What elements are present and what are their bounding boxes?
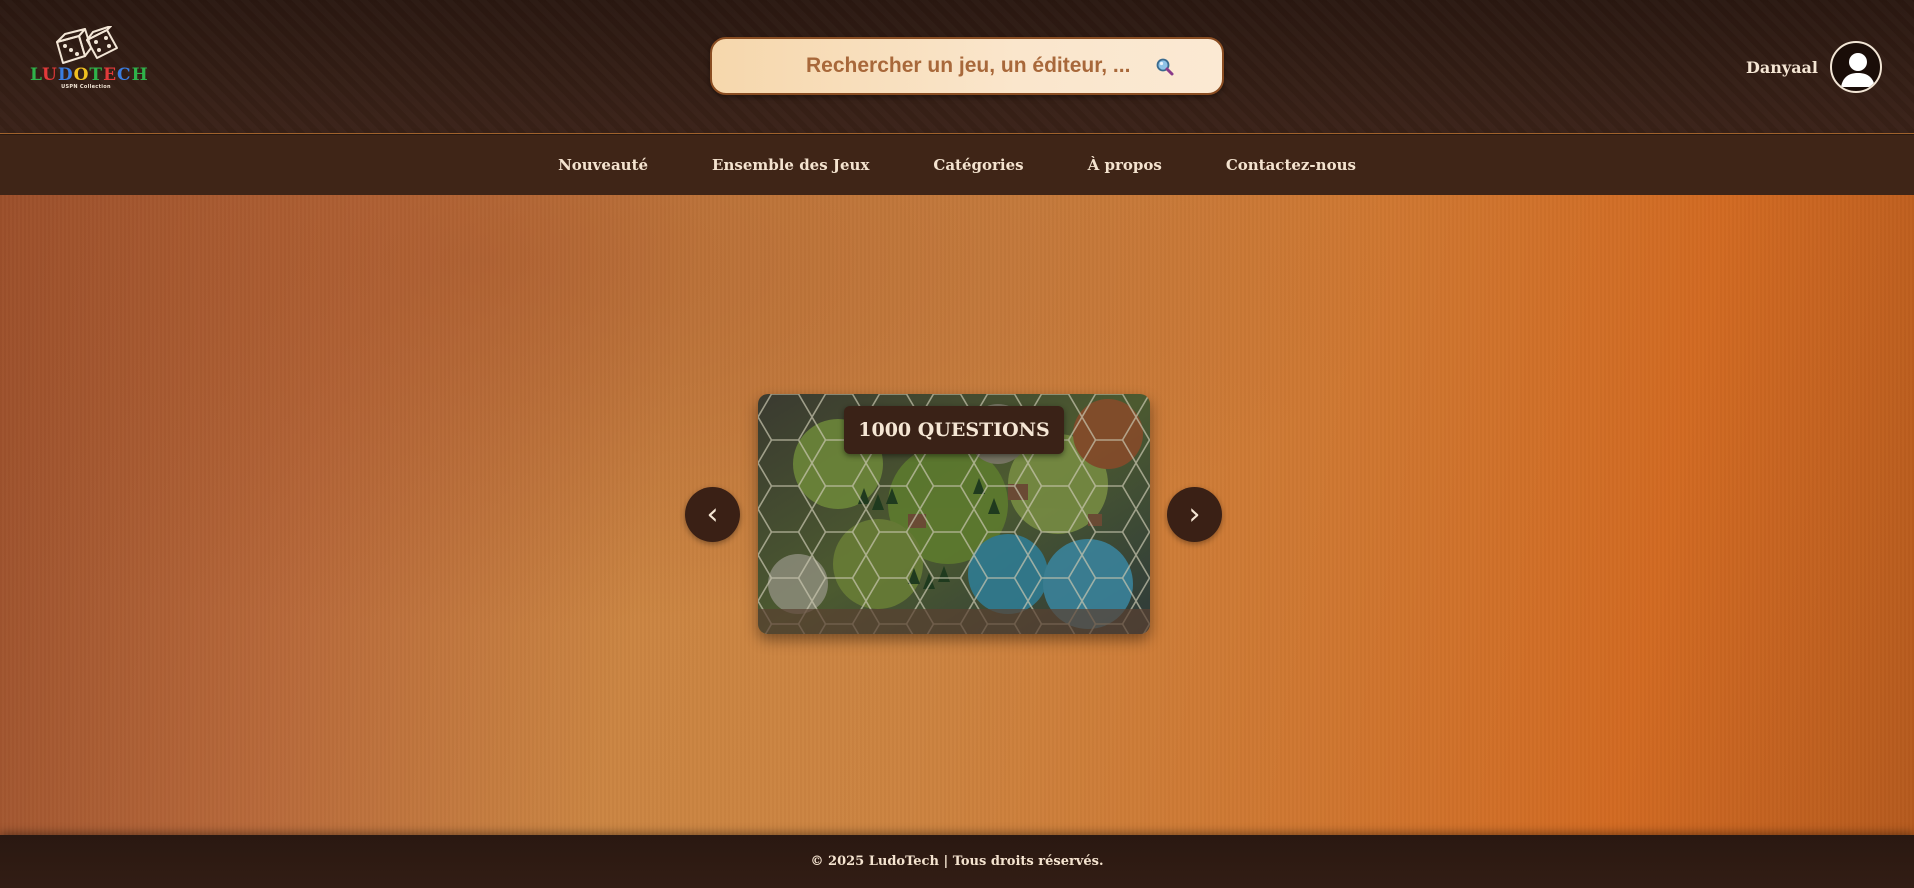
- search-bar: [710, 37, 1224, 95]
- nav-item-a-propos[interactable]: À propos: [1088, 156, 1162, 174]
- nav-item-contact[interactable]: Contactez-nous: [1226, 156, 1356, 174]
- logo[interactable]: LUDOTECH USPN Collection: [30, 26, 148, 96]
- logo-letter: U: [42, 65, 58, 85]
- avatar[interactable]: [1830, 41, 1882, 93]
- user-icon: [1841, 53, 1875, 87]
- logo-letter: E: [103, 65, 118, 85]
- logo-letter: C: [117, 65, 132, 85]
- slide-title: 1000 QUESTIONS: [844, 406, 1064, 454]
- nav-item-ensemble-des-jeux[interactable]: Ensemble des Jeux: [712, 156, 869, 174]
- main-nav: Nouveauté Ensemble des Jeux Catégories À…: [0, 135, 1914, 195]
- dice-icon: [56, 26, 118, 64]
- nav-item-categories[interactable]: Catégories: [933, 156, 1023, 174]
- main-content: ‹ 1000 QUESTIONS ›: [0, 195, 1914, 835]
- site-header: LUDOTECH USPN Collection Danyaal: [0, 0, 1914, 134]
- logo-letter: H: [131, 65, 149, 85]
- site-footer: © 2025 LudoTech | Tous droits réservés.: [0, 835, 1914, 888]
- search-input[interactable]: [712, 39, 1222, 93]
- logo-letter: L: [30, 65, 43, 85]
- logo-wordmark: LUDOTECH: [30, 65, 148, 85]
- search-icon[interactable]: [1155, 57, 1175, 77]
- nav-item-nouveaute[interactable]: Nouveauté: [558, 156, 648, 174]
- user-name: Danyaal: [1746, 57, 1818, 77]
- logo-letter: D: [57, 65, 74, 85]
- copyright-text: © 2025 LudoTech | Tous droits réservés.: [810, 854, 1104, 869]
- logo-letter: O: [73, 65, 90, 85]
- carousel-prev-button[interactable]: ‹: [685, 487, 740, 542]
- logo-letter: T: [89, 65, 104, 85]
- user-menu[interactable]: Danyaal: [1746, 41, 1882, 93]
- carousel-next-button[interactable]: ›: [1167, 487, 1222, 542]
- carousel-slide[interactable]: 1000 QUESTIONS: [758, 394, 1150, 634]
